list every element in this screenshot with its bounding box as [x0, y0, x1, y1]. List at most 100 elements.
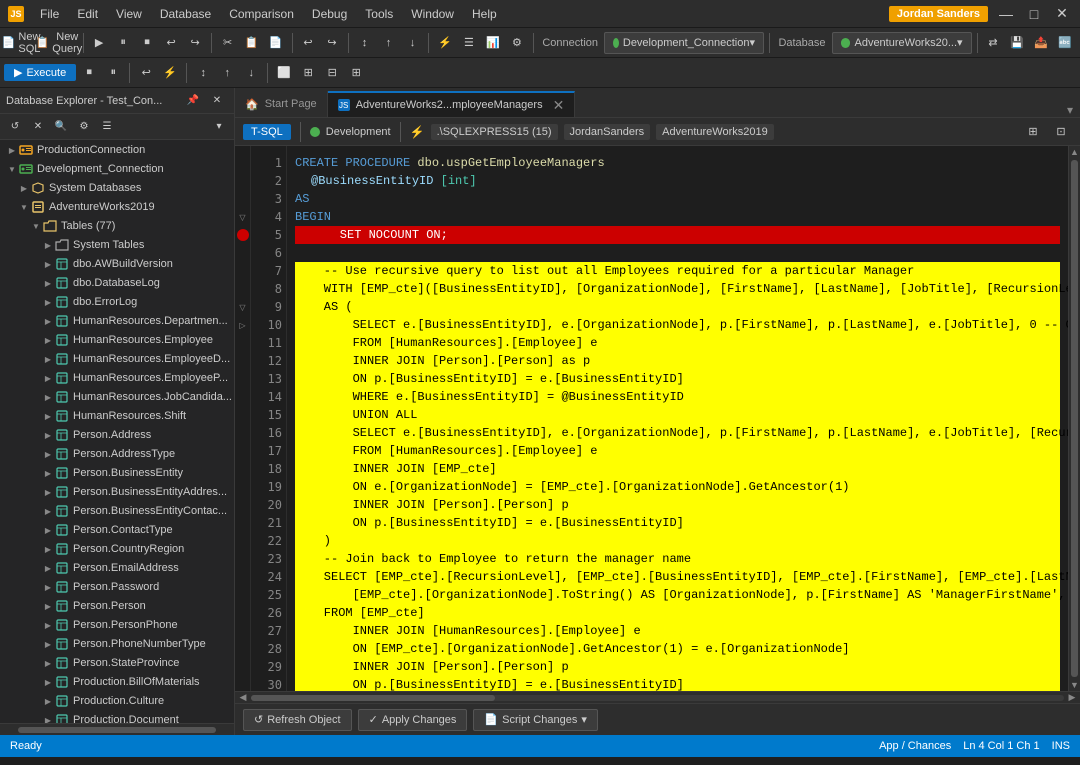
sql-fullscreen-button[interactable]: ⊞ — [1022, 121, 1044, 143]
sidebar-item-person-person[interactable]: Person.Person — [0, 596, 234, 615]
toolbar-btn-6[interactable]: ✂ — [217, 32, 239, 54]
refresh-button[interactable]: ↺ Refresh Object — [243, 709, 352, 731]
sidebar-item-person-phonenumtype[interactable]: Person.PhoneNumberType — [0, 634, 234, 653]
sidebar-item-person-email[interactable]: Person.EmailAddress — [0, 558, 234, 577]
sidebar-item-prod-bom[interactable]: Production.BillOfMaterials — [0, 672, 234, 691]
toolbar-btn-17[interactable]: ⚙ — [506, 32, 528, 54]
sidebar-item-hr-empp[interactable]: HumanResources.EmployeeP... — [0, 368, 234, 387]
sql-maximize-button[interactable]: ⊡ — [1050, 121, 1072, 143]
tab-startpage[interactable]: 🏠 Start Page — [235, 91, 328, 117]
menu-help[interactable]: Help — [464, 5, 505, 23]
toolbar-btn-20[interactable]: 📤 — [1030, 32, 1052, 54]
sidebar-item-person-addrtype[interactable]: Person.AddressType — [0, 444, 234, 463]
toggle-person-stateprov[interactable] — [42, 658, 54, 668]
toolbar2-btn-3[interactable]: ↕ — [192, 62, 214, 84]
code-editor[interactable]: CREATE PROCEDURE dbo.uspGetEmployeeManag… — [287, 146, 1068, 691]
toolbar-btn-21[interactable]: 🔤 — [1054, 32, 1076, 54]
sidebar-settings-button[interactable]: ⚙ — [73, 118, 95, 136]
tree-toggle-system-tables[interactable] — [42, 240, 54, 250]
menu-view[interactable]: View — [108, 5, 150, 23]
toggle-aw-build[interactable] — [42, 259, 54, 269]
close-button[interactable]: ✕ — [1052, 4, 1072, 24]
sidebar-pin-button[interactable]: 📌 — [182, 92, 204, 110]
menu-database[interactable]: Database — [152, 5, 219, 23]
toolbar2-btn-5[interactable]: ↓ — [240, 62, 262, 84]
toggle-prod-doc[interactable] — [42, 715, 54, 724]
execute-button[interactable]: ▶ Execute — [4, 64, 76, 81]
toolbar2-btn-9[interactable]: ⊞ — [345, 62, 367, 84]
sidebar-item-person-stateprov[interactable]: Person.StateProvince — [0, 653, 234, 672]
sidebar-item-hr-empd[interactable]: HumanResources.EmployeeD... — [0, 349, 234, 368]
menu-debug[interactable]: Debug — [304, 5, 355, 23]
toolbar-btn-15[interactable]: ☰ — [458, 32, 480, 54]
tree-toggle-system-dbs[interactable] — [18, 183, 30, 193]
menu-window[interactable]: Window — [403, 5, 462, 23]
toggle-person-contacttype[interactable] — [42, 525, 54, 535]
tsql-button[interactable]: T-SQL — [243, 124, 291, 140]
maximize-button[interactable]: □ — [1024, 4, 1044, 24]
vertical-scrollbar[interactable]: ▲ ▼ — [1068, 146, 1080, 691]
toggle-person-bizaddr[interactable] — [42, 487, 54, 497]
sidebar-close-button[interactable]: ✕ — [206, 92, 228, 110]
database-dropdown[interactable]: AdventureWorks20... ▾ — [832, 32, 972, 54]
toolbar2-btn-6[interactable]: ⬜ — [273, 62, 295, 84]
toolbar2-btn-8[interactable]: ⊟ — [321, 62, 343, 84]
toggle-hr-shift[interactable] — [42, 411, 54, 421]
sidebar-item-tables[interactable]: Tables (77) — [0, 216, 234, 235]
tree-toggle-dev-conn[interactable] — [6, 164, 18, 174]
hscroll-right-arrow[interactable]: ▶ — [1066, 693, 1078, 703]
new-sql-button[interactable]: 📄 New SQL — [4, 32, 38, 54]
toolbar-btn-19[interactable]: 💾 — [1006, 32, 1028, 54]
scrollbar-down-arrow[interactable]: ▼ — [1069, 679, 1080, 691]
menu-comparison[interactable]: Comparison — [221, 5, 302, 23]
sidebar-item-system-dbs[interactable]: System Databases — [0, 178, 234, 197]
toggle-person-country[interactable] — [42, 544, 54, 554]
sidebar-item-system-tables[interactable]: System Tables — [0, 235, 234, 254]
toolbar-btn-7[interactable]: 📋 — [241, 32, 263, 54]
gutter-collapse-9[interactable]: ▽ — [235, 298, 250, 316]
scrollbar-up-arrow[interactable]: ▲ — [1069, 146, 1080, 158]
toolbar-btn-4[interactable]: ↩ — [160, 32, 182, 54]
toggle-hr-dept[interactable] — [42, 316, 54, 326]
tree-toggle-production-conn[interactable] — [6, 145, 18, 155]
sidebar-item-db-log[interactable]: dbo.DatabaseLog — [0, 273, 234, 292]
toolbar-btn-1[interactable]: ▶ — [88, 32, 110, 54]
tree-toggle-tables[interactable] — [30, 221, 42, 231]
sidebar-item-person-biz[interactable]: Person.BusinessEntity — [0, 463, 234, 482]
tab-list-button[interactable]: ▾ — [1060, 103, 1080, 117]
sidebar-item-aw-build[interactable]: dbo.AWBuildVersion — [0, 254, 234, 273]
toggle-person-password[interactable] — [42, 582, 54, 592]
toolbar-btn-16[interactable]: 📊 — [482, 32, 504, 54]
toggle-prod-culture[interactable] — [42, 696, 54, 706]
sidebar-item-adventureworks[interactable]: AdventureWorks2019 — [0, 197, 234, 216]
toolbar2-btn-7[interactable]: ⊞ — [297, 62, 319, 84]
sidebar-item-person-country[interactable]: Person.CountryRegion — [0, 539, 234, 558]
sidebar-item-person-addr[interactable]: Person.Address — [0, 425, 234, 444]
toggle-person-addrtype[interactable] — [42, 449, 54, 459]
sidebar-item-hr-emp[interactable]: HumanResources.Employee — [0, 330, 234, 349]
toggle-hr-emp[interactable] — [42, 335, 54, 345]
toolbar-btn-2[interactable]: ⏸ — [112, 32, 134, 54]
toggle-hr-empd[interactable] — [42, 354, 54, 364]
sidebar-item-person-contacttype[interactable]: Person.ContactType — [0, 520, 234, 539]
sidebar-item-person-phone[interactable]: Person.PersonPhone — [0, 615, 234, 634]
toggle-db-log[interactable] — [42, 278, 54, 288]
sidebar-item-error-log[interactable]: dbo.ErrorLog — [0, 292, 234, 311]
toggle-prod-bom[interactable] — [42, 677, 54, 687]
sidebar-item-hr-job[interactable]: HumanResources.JobCandida... — [0, 387, 234, 406]
toggle-person-bizcontact[interactable] — [42, 506, 54, 516]
toolbar-btn-10[interactable]: ↪ — [321, 32, 343, 54]
scrollbar-thumb[interactable] — [1071, 160, 1078, 677]
sidebar-item-production-connection[interactable]: ProductionConnection — [0, 140, 234, 159]
new-query-button[interactable]: 📋 New Query — [40, 32, 78, 54]
toolbar-btn-13[interactable]: ↓ — [401, 32, 423, 54]
toolbar-btn-8[interactable]: 📄 — [265, 32, 287, 54]
tree-toggle-adventureworks[interactable] — [18, 202, 30, 212]
toggle-person-email[interactable] — [42, 563, 54, 573]
sidebar-item-person-bizaddr[interactable]: Person.BusinessEntityAddres... — [0, 482, 234, 501]
menu-file[interactable]: File — [32, 5, 67, 23]
toolbar-btn-12[interactable]: ↑ — [377, 32, 399, 54]
hscroll-left-arrow[interactable]: ◀ — [237, 693, 249, 703]
connection-dropdown[interactable]: Development_Connection ▾ — [604, 32, 764, 54]
sidebar-hscroll[interactable] — [0, 723, 234, 735]
